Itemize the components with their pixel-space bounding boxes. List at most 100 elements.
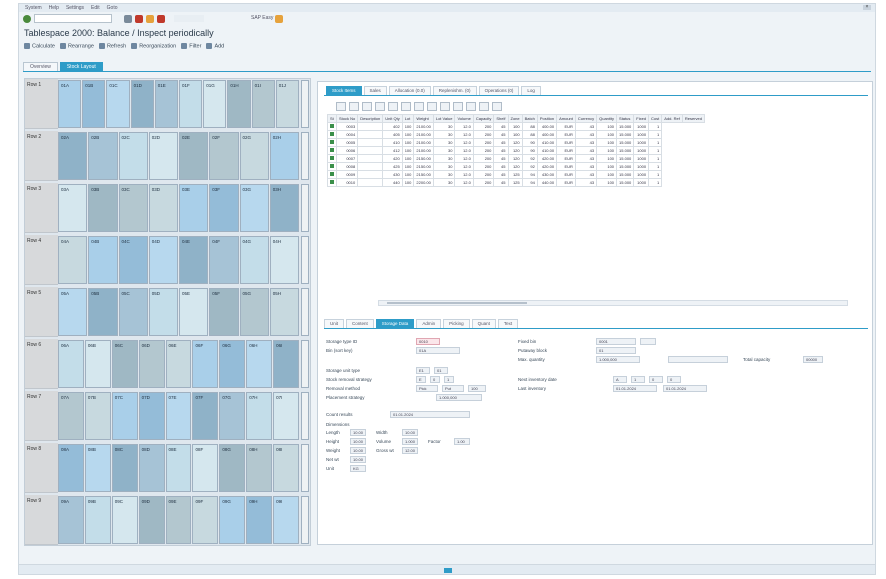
storage-bin-cell[interactable]: 06A [58,340,84,388]
filter-button[interactable]: Filter [181,42,201,49]
storage-bin-cell[interactable]: 07F [192,392,219,440]
add-button[interactable]: Add [206,42,224,49]
storage-type-field[interactable]: 0010 [416,338,440,345]
storage-bin-cell[interactable]: 05A [58,288,88,336]
column-header[interactable]: Quantity [596,114,618,123]
storage-unit-field-1[interactable]: E1 [416,367,430,374]
details-icon[interactable] [336,102,346,111]
storage-bin-cell[interactable]: 01G [203,80,227,128]
storage-bin-cell[interactable]: 07H [246,392,273,440]
exit-icon[interactable] [146,15,154,23]
storage-bin-cell[interactable]: 02H [269,132,299,180]
storage-bin-cell[interactable]: 02B [88,132,118,180]
storage-bin-cell[interactable]: 04H [269,236,299,284]
storage-bin-cell[interactable]: 09D [138,496,165,544]
unit-field[interactable]: KG [350,465,366,472]
storage-bin-cell[interactable]: 03E [179,184,209,232]
storage-bin-cell[interactable]: 08G [219,444,246,492]
storage-bin-cell[interactable]: 01C [106,80,130,128]
storage-bin-cell[interactable]: 03H [269,184,299,232]
storage-unit-field-2[interactable]: 01 [434,367,448,374]
menu-item[interactable]: Goto [107,5,118,11]
storage-bin-cell[interactable]: 03B [88,184,118,232]
storage-bin-cell[interactable]: 04G [239,236,269,284]
weight-field[interactable]: 10.00 [350,447,366,454]
cancel-icon[interactable] [135,15,143,23]
storage-bin-cell[interactable]: 07B [84,392,111,440]
storage-bin-cell[interactable]: 04E [179,236,209,284]
column-header[interactable]: Stock No [335,114,359,123]
settings-icon[interactable] [492,102,502,111]
menu-item[interactable]: Settings [66,5,84,11]
stop-icon[interactable] [157,15,165,23]
stock-removal-field-2[interactable]: 0 [430,376,440,383]
storage-bin-cell[interactable]: 02E [179,132,209,180]
column-header[interactable]: Description [357,114,384,123]
customize-icon[interactable] [275,15,283,23]
storage-bin-cell[interactable]: 03G [239,184,269,232]
storage-bin-cell[interactable]: 02F [209,132,239,180]
column-header[interactable]: Capacity [472,114,495,123]
storage-bin-cell[interactable]: 04B [88,236,118,284]
column-header[interactable]: Lot [401,114,415,123]
total-capacity-field[interactable]: 00000 [803,356,823,363]
find-icon[interactable] [466,102,476,111]
storage-bin-cell[interactable]: 08A [58,444,84,492]
export-icon[interactable] [414,102,424,111]
column-header[interactable]: Add. Ref [661,114,683,123]
column-header[interactable]: Position [536,114,558,123]
storage-bin-cell[interactable]: 02A [58,132,88,180]
count-results-field[interactable]: 01.01.2024 [390,411,470,418]
storage-bin-cell[interactable]: 01J [275,80,299,128]
storage-bin-cell[interactable]: 01D [130,80,154,128]
storage-bin-cell[interactable]: 05B [88,288,118,336]
net-weight-field[interactable]: 10.00 [350,456,366,463]
column-header[interactable]: Zone [507,114,523,123]
storage-bin-cell[interactable]: 09F [192,496,219,544]
removal-method-field-2[interactable]: Put [442,385,464,392]
column-header[interactable]: Volume [454,114,474,123]
putaway-field[interactable]: 01 [596,347,636,354]
rearrange-button[interactable]: Rearrange [59,42,94,49]
storage-bin-cell[interactable]: 08B [84,444,111,492]
storage-bin-cell[interactable]: 08I [273,444,299,492]
graphic-icon[interactable] [440,102,450,111]
storage-bin-cell[interactable]: 01A [58,80,82,128]
storage-bin-cell[interactable]: 03F [209,184,239,232]
filter-icon[interactable] [375,102,385,111]
info-icon[interactable] [453,102,463,111]
enter-icon[interactable] [23,15,31,23]
removal-method-field-3[interactable]: 100 [468,385,486,392]
volume-field[interactable]: 1.000 [402,438,418,445]
sort-desc-icon[interactable] [362,102,372,111]
removal-method-field-1[interactable]: Pick [416,385,438,392]
storage-bin-cell[interactable]: 03A [58,184,88,232]
storage-bin-cell[interactable]: 06B [84,340,111,388]
storage-bin-cell[interactable]: 05G [239,288,269,336]
storage-bin-cell[interactable]: 07I [273,392,299,440]
storage-bin-cell[interactable]: 06H [246,340,273,388]
stock-removal-field-3[interactable]: 1 [444,376,454,383]
placement-field[interactable]: 1.000,000 [436,394,482,401]
table-row[interactable]: 0004 405 100 2100.00 30 12.0 200 45 100 88 400.00 E… [327,130,705,139]
back-icon[interactable] [124,15,132,23]
column-header[interactable]: Fixed [633,114,650,123]
table-row[interactable]: 0007 420 100 2150.00 30 12.0 200 45 120 92 420.00 E… [327,154,705,163]
horizontal-scrollbar[interactable] [378,300,848,306]
column-header[interactable]: Batch [521,114,538,123]
storage-bin-cell[interactable]: 01I [251,80,275,128]
next-inventory-field-4[interactable]: 0 [667,376,681,383]
storage-bin-cell[interactable]: 08D [138,444,165,492]
stock-removal-field-1[interactable]: E [416,376,426,383]
storage-bin-cell[interactable]: 06D [138,340,165,388]
storage-bin-cell[interactable]: 08C [111,444,138,492]
storage-bin-cell[interactable]: 01E [154,80,178,128]
storage-bin-cell[interactable]: 03D [148,184,178,232]
width-field[interactable]: 10.00 [402,429,418,436]
storage-bin-cell[interactable]: 09B [84,496,111,544]
fixed-bin-field[interactable]: 0001 [596,338,636,345]
last-inventory-field-1[interactable]: 01.01.2024 [613,385,657,392]
scroll-thumb[interactable] [387,302,527,304]
storage-bin-cell[interactable]: 09E [165,496,192,544]
storage-bin-cell[interactable]: 05E [179,288,209,336]
